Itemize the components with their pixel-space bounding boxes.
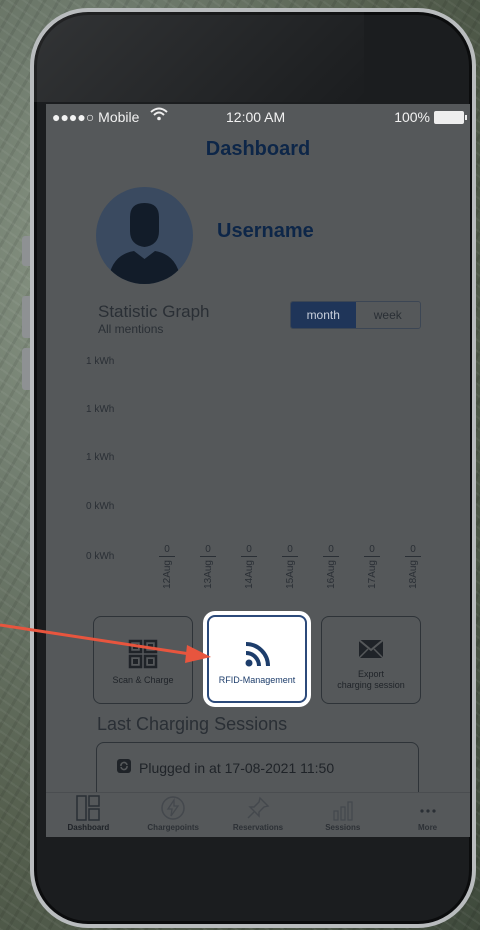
pointer-arrow-icon [0,623,211,663]
